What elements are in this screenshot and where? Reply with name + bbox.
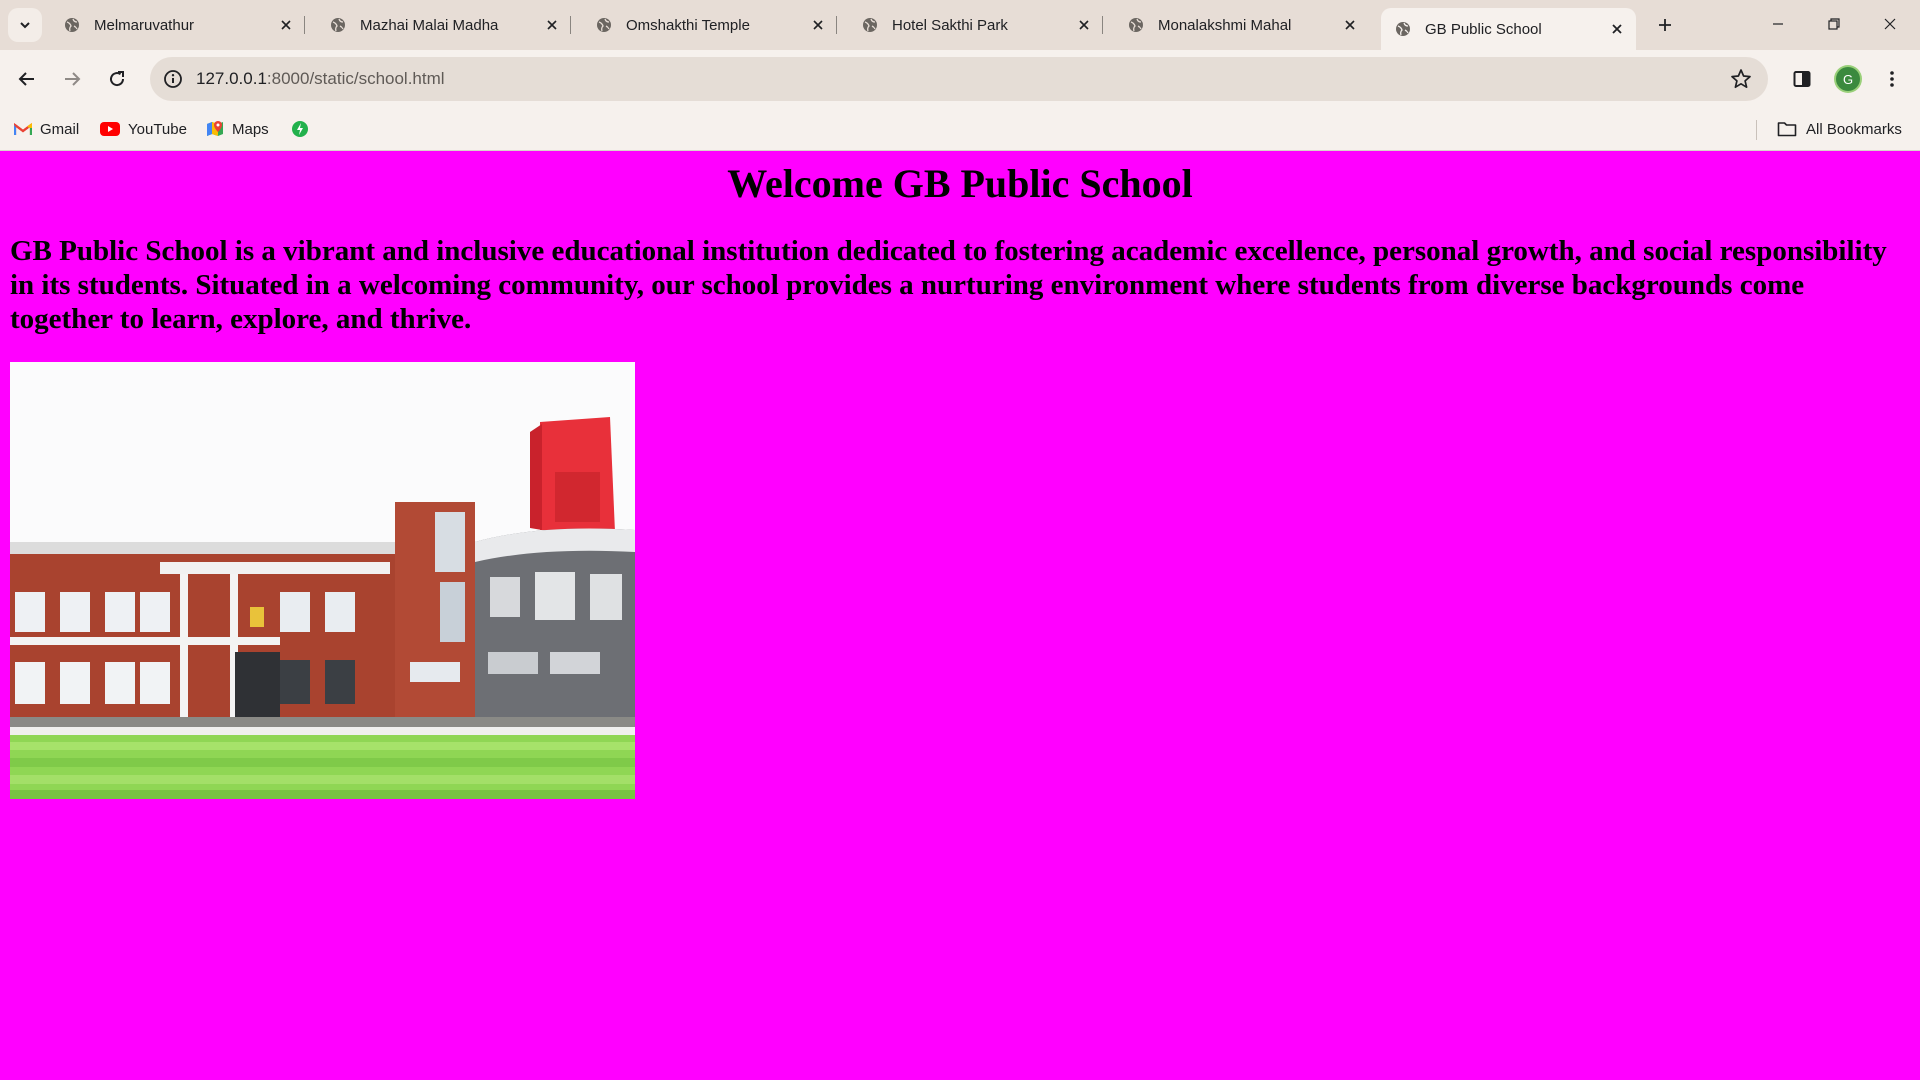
url-path: :8000/static/school.html <box>266 69 445 88</box>
globe-icon <box>1396 22 1410 36</box>
close-icon <box>1345 20 1355 30</box>
tab-close-button[interactable] <box>1339 14 1361 36</box>
close-icon <box>1612 24 1622 34</box>
all-bookmarks-button[interactable]: All Bookmarks <box>1776 114 1902 144</box>
tab-title: Monalakshmi Mahal <box>1158 16 1292 34</box>
minimize-icon <box>1773 23 1783 25</box>
tab-gb-public-school[interactable]: GB Public School <box>1381 8 1636 50</box>
school-description: GB Public School is a vibrant and inclus… <box>10 235 1887 335</box>
close-icon <box>281 20 291 30</box>
close-icon <box>1079 20 1089 30</box>
more-vertical-icon <box>1890 71 1894 87</box>
tab-divider <box>570 16 571 34</box>
plus-icon <box>1659 19 1671 31</box>
bookmark-green-extension[interactable] <box>291 114 317 144</box>
close-icon <box>547 20 557 30</box>
tab-divider <box>1102 16 1103 34</box>
globe-icon <box>597 18 611 32</box>
tab-title: Mazhai Malai Madha <box>360 16 499 34</box>
bookmark-gmail[interactable]: Gmail <box>14 114 79 144</box>
restore-icon <box>1828 18 1840 30</box>
tab-search-button[interactable] <box>8 8 42 42</box>
bookmark-label: Maps <box>232 120 269 138</box>
gmail-icon <box>14 120 32 138</box>
tab-close-button[interactable] <box>807 14 829 36</box>
globe-icon <box>1129 18 1143 32</box>
arrow-left-icon <box>18 72 34 86</box>
tab-title: Hotel Sakthi Park <box>892 16 1008 34</box>
close-icon <box>1884 18 1896 30</box>
green-bolt-icon <box>291 120 309 138</box>
tab-close-button[interactable] <box>1606 18 1628 40</box>
profile-avatar[interactable]: G <box>1836 67 1860 91</box>
globe-icon <box>331 18 345 32</box>
bookmarks-divider <box>1756 120 1757 140</box>
maps-icon <box>206 120 224 138</box>
tab-title: Melmaruvathur <box>94 16 195 34</box>
side-panel-icon <box>1793 71 1811 87</box>
tab-mazhai-malai-madha[interactable]: Mazhai Malai Madha <box>316 8 571 42</box>
info-icon <box>164 70 182 88</box>
site-info-button[interactable] <box>158 64 188 94</box>
forward-button[interactable] <box>54 61 90 97</box>
menu-button[interactable] <box>1874 61 1910 97</box>
address-bar[interactable]: 127.0.0.1:8000/static/school.html <box>150 57 1768 101</box>
bookmark-label: Gmail <box>40 120 80 138</box>
globe-icon <box>65 18 79 32</box>
youtube-icon <box>100 120 120 138</box>
star-icon <box>1731 69 1751 89</box>
bookmark-maps[interactable]: Maps <box>206 114 269 144</box>
tab-close-button[interactable] <box>541 14 563 36</box>
tab-monalakshmi-mahal[interactable]: Monalakshmi Mahal <box>1114 8 1369 42</box>
page-title: Welcome GB Public School <box>727 161 1193 206</box>
folder-icon <box>1776 120 1798 138</box>
tab-close-button[interactable] <box>1073 14 1095 36</box>
toolbar: 127.0.0.1:8000/static/school.html G <box>0 50 1920 108</box>
all-bookmarks-label: All Bookmarks <box>1806 120 1902 138</box>
page-content: Welcome GB Public School GB Public Schoo… <box>0 151 1920 1080</box>
restore-button[interactable] <box>1806 0 1862 48</box>
close-window-button[interactable] <box>1862 0 1918 48</box>
bookmarks-bar: Gmail YouTube Maps All Bookmarks <box>0 108 1920 151</box>
browser-window: Melmaruvathur Mazhai Malai Madha Omshakt… <box>0 0 1920 1080</box>
bookmark-star-button[interactable] <box>1728 66 1754 92</box>
tab-title: Omshakthi Temple <box>626 16 750 34</box>
tab-close-button[interactable] <box>275 14 297 36</box>
url-host: 127.0.0.1 <box>196 69 267 88</box>
side-panel-button[interactable] <box>1784 61 1820 97</box>
tab-hotel-sakthi-park[interactable]: Hotel Sakthi Park <box>848 8 1103 42</box>
url-text: 127.0.0.1:8000/static/school.html <box>196 69 445 89</box>
tab-melmaruvathur[interactable]: Melmaruvathur <box>50 8 305 42</box>
reload-button[interactable] <box>99 61 135 97</box>
tab-divider <box>304 16 305 34</box>
school-building-illustration <box>10 362 635 799</box>
back-button[interactable] <box>9 61 45 97</box>
arrow-right-icon <box>65 72 81 86</box>
minimize-button[interactable] <box>1750 0 1806 48</box>
tab-strip: Melmaruvathur Mazhai Malai Madha Omshakt… <box>0 0 1920 50</box>
chevron-down-icon <box>20 22 30 29</box>
school-building-image <box>10 362 635 799</box>
tab-divider <box>836 16 837 34</box>
bookmark-label: YouTube <box>128 120 187 138</box>
bookmark-youtube[interactable]: YouTube <box>100 114 187 144</box>
close-icon <box>813 20 823 30</box>
tab-omshakthi-temple[interactable]: Omshakthi Temple <box>582 8 837 42</box>
tab-title: GB Public School <box>1425 20 1542 38</box>
new-tab-button[interactable] <box>1650 10 1680 40</box>
globe-icon <box>863 18 877 32</box>
reload-icon <box>110 71 125 87</box>
